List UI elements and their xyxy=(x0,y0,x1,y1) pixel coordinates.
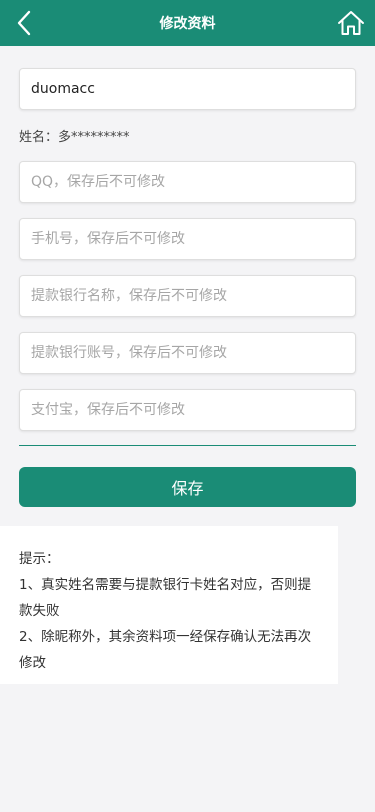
chevron-left-icon xyxy=(17,10,31,36)
home-button[interactable] xyxy=(335,7,367,39)
tips-line-2: 2、除昵称外，其余资料项一经保存确认无法再次修改 xyxy=(19,629,312,671)
tips-panel: 提示： 1、真实姓名需要与提款银行卡姓名对应，否则提款失败 2、除昵称外，其余资… xyxy=(0,526,338,684)
bank-name-field[interactable] xyxy=(19,275,356,317)
page-title: 修改资料 xyxy=(159,16,216,32)
home-icon xyxy=(338,11,364,35)
bank-account-field[interactable] xyxy=(19,332,356,374)
top-bar: 修改资料 xyxy=(0,0,375,46)
save-button[interactable]: 保存 xyxy=(19,467,356,507)
phone-field[interactable] xyxy=(19,218,356,260)
real-name-row: 姓名：多********* xyxy=(19,126,130,145)
real-name-label: 姓名： xyxy=(19,130,59,145)
tips-title: 提示： xyxy=(19,551,60,567)
qq-field[interactable] xyxy=(19,161,356,203)
divider xyxy=(19,445,356,446)
alipay-field[interactable] xyxy=(19,389,356,431)
nickname-field[interactable] xyxy=(19,68,356,110)
tips-line-1: 1、真实姓名需要与提款银行卡姓名对应，否则提款失败 xyxy=(19,577,312,619)
real-name-value: 多********* xyxy=(58,130,130,145)
back-button[interactable] xyxy=(10,8,38,38)
